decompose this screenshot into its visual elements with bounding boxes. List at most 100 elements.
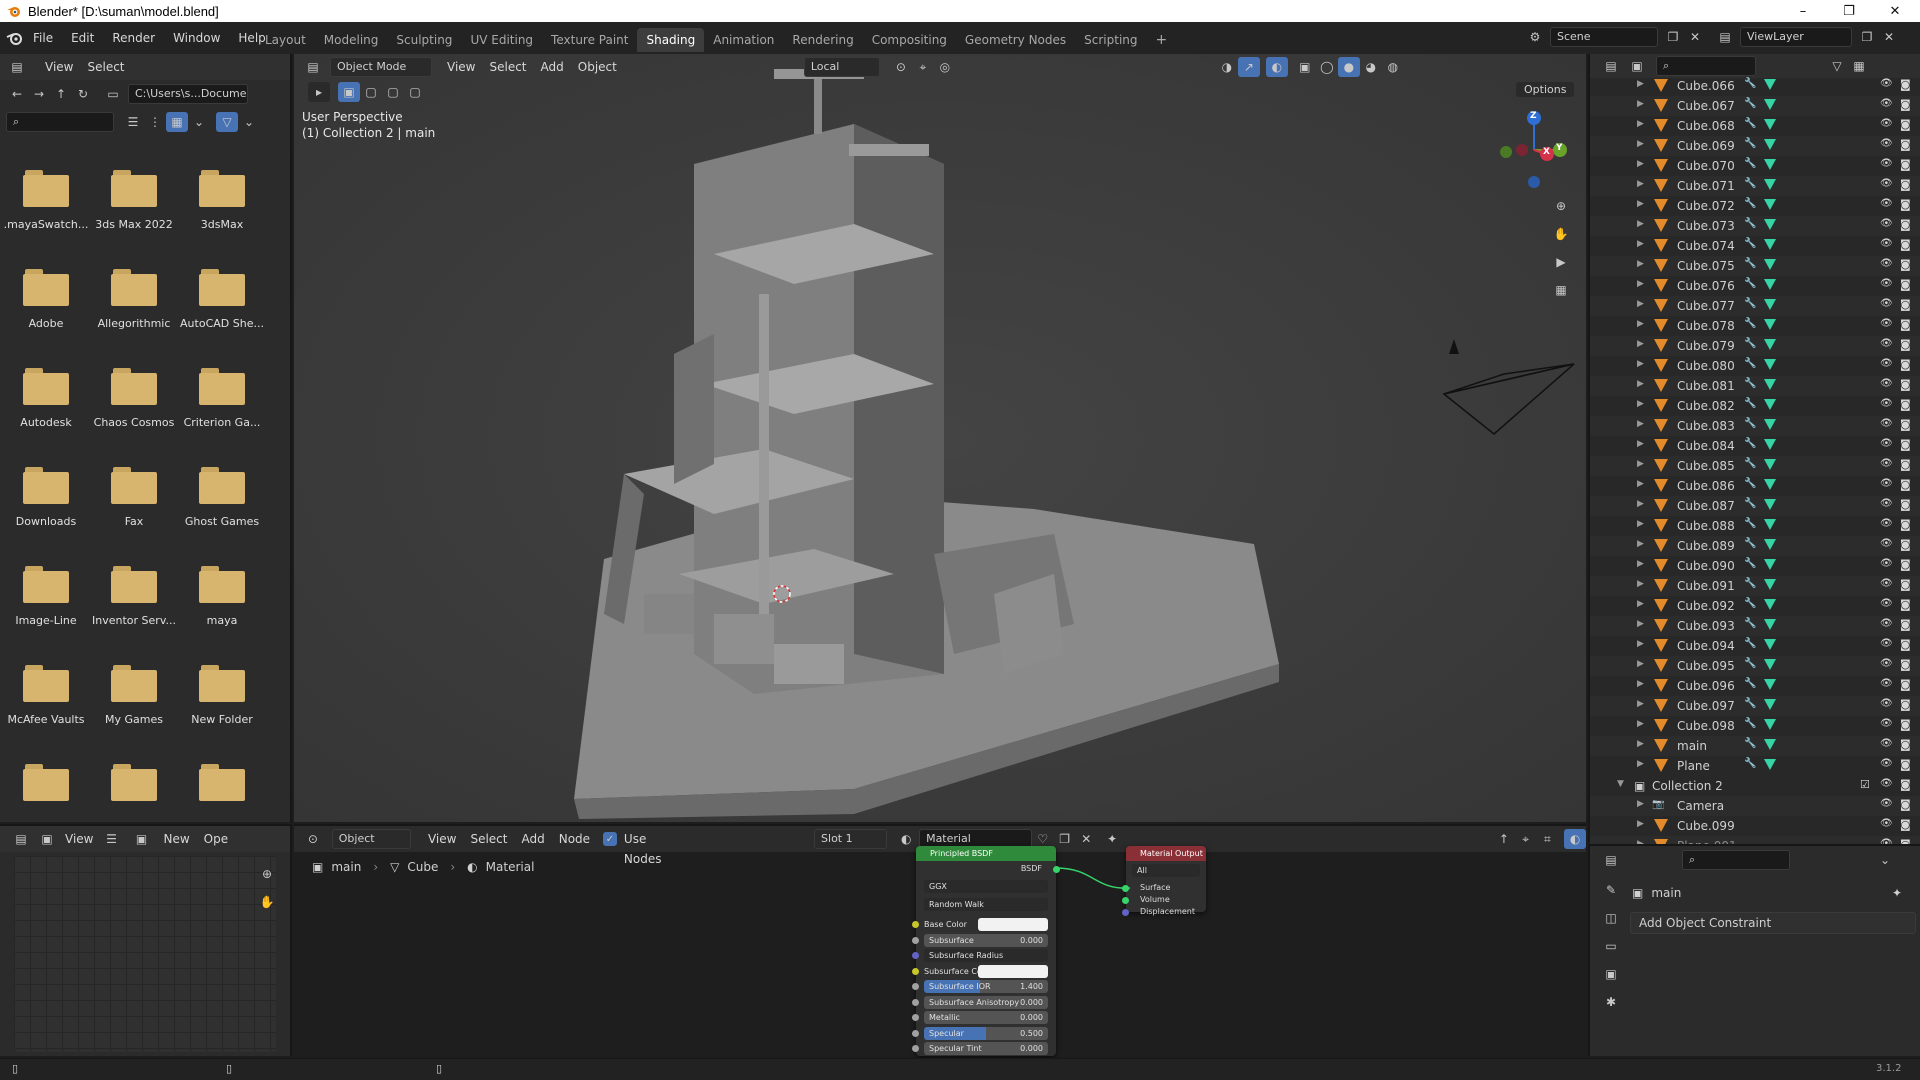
shader-menu-view[interactable]: View (421, 829, 463, 849)
outliner-row[interactable]: ▶ Cube.071 🔧 👁 ◙ (1590, 176, 1920, 196)
visibility-eye-icon[interactable]: 👁 (1880, 758, 1893, 769)
outliner-row[interactable]: ▶ Cube.086 🔧 👁 ◙ (1590, 476, 1920, 496)
expand-arrow-icon[interactable]: ▶ (1637, 159, 1644, 169)
mode-select[interactable]: Object Mode (330, 57, 432, 77)
image-grid[interactable] (14, 856, 276, 1052)
expand-arrow-icon[interactable]: ▶ (1637, 819, 1644, 829)
outliner-row[interactable]: ▶ Cube.087 🔧 👁 ◙ (1590, 496, 1920, 516)
folder-item[interactable]: 3dsMax (178, 170, 266, 231)
outliner-row[interactable]: ▶ Cube.083 🔧 👁 ◙ (1590, 416, 1920, 436)
render-camera-icon[interactable]: ◙ (1900, 638, 1911, 651)
expand-arrow-icon[interactable]: ▶ (1637, 659, 1644, 669)
render-camera-icon[interactable]: ◙ (1900, 218, 1911, 231)
new-image-button[interactable]: New (156, 829, 196, 849)
modifier-wrench-icon[interactable]: 🔧 (1744, 458, 1756, 469)
expand-arrow-icon[interactable]: ▶ (1637, 599, 1644, 609)
render-camera-icon[interactable]: ◙ (1900, 658, 1911, 671)
mesh-data-icon[interactable] (1764, 739, 1776, 750)
visibility-eye-icon[interactable]: 👁 (1880, 398, 1893, 409)
bsdf-field-subsurface[interactable]: Subsurface 0.000 (924, 933, 1048, 947)
mesh-data-icon[interactable] (1764, 479, 1776, 490)
mesh-data-icon[interactable] (1764, 219, 1776, 230)
folder-item[interactable]: Image-Line (2, 566, 90, 627)
outliner-row[interactable]: ▶ Cube.093 🔧 👁 ◙ (1590, 616, 1920, 636)
modifier-wrench-icon[interactable]: 🔧 (1744, 438, 1756, 449)
expand-arrow-icon[interactable]: ▶ (1637, 319, 1644, 329)
visibility-eye-icon[interactable]: 👁 (1880, 558, 1893, 569)
visibility-eye-icon[interactable]: 👁 (1880, 198, 1893, 209)
folder-item[interactable] (178, 764, 266, 812)
outliner-row[interactable]: ▶ Cube.068 🔧 👁 ◙ (1590, 116, 1920, 136)
bsdf-field-subsurface-ior[interactable]: Subsurface IOR 1.400 (924, 980, 1048, 993)
color-swatch[interactable] (978, 918, 1048, 931)
mesh-data-icon[interactable] (1764, 199, 1776, 210)
vp-menu-object[interactable]: Object (571, 57, 624, 77)
expand-arrow-icon[interactable]: ▶ (1637, 179, 1644, 189)
visibility-eye-icon[interactable]: 👁 (1880, 538, 1893, 549)
expand-arrow-icon[interactable]: ▶ (1637, 399, 1644, 409)
distribution-select[interactable]: GGX (924, 880, 1048, 893)
render-camera-icon[interactable]: ◙ (1900, 78, 1911, 91)
expand-arrow-icon[interactable]: ▶ (1637, 519, 1644, 529)
material-output-node[interactable]: Material Output All Surface Volume Displ… (1122, 846, 1206, 916)
expand-arrow-icon[interactable]: ▶ (1637, 339, 1644, 349)
render-camera-icon[interactable]: ◙ (1900, 478, 1911, 491)
use-nodes-checkbox[interactable]: ✓ (603, 832, 617, 846)
render-camera-icon[interactable]: ◙ (1900, 198, 1911, 211)
mesh-data-icon[interactable] (1764, 579, 1776, 590)
pin-node-tree-icon[interactable]: ✦ (1101, 829, 1123, 849)
bsdf-field-subsurface-anisotropy[interactable]: Subsurface Anisotropy 0.000 (924, 995, 1048, 1009)
modifier-wrench-icon[interactable]: 🔧 (1744, 498, 1756, 509)
outliner-row[interactable]: ▶ Cube.082 🔧 👁 ◙ (1590, 396, 1920, 416)
outliner-row[interactable]: ▶ Cube.066 🔧 👁 ◙ (1590, 76, 1920, 96)
visibility-eye-icon[interactable]: 👁 (1880, 438, 1893, 449)
vp-menu-view[interactable]: View (440, 57, 482, 77)
visibility-eye-icon[interactable]: 👁 (1880, 358, 1893, 369)
mesh-data-icon[interactable] (1764, 619, 1776, 630)
modifier-wrench-icon[interactable]: 🔧 (1744, 758, 1756, 769)
snap-type-icon[interactable]: ⌗ (1537, 829, 1559, 849)
visibility-eye-icon[interactable]: 👁 (1880, 738, 1893, 749)
outliner-row[interactable]: ▶ 📷 Camera 👁 ◙ (1590, 796, 1920, 816)
outliner-row[interactable]: ▶ Cube.085 🔧 👁 ◙ (1590, 456, 1920, 476)
thumbnails-icon[interactable]: ▦ (166, 112, 188, 132)
outliner-row[interactable]: ▶ Cube.084 🔧 👁 ◙ (1590, 436, 1920, 456)
outliner-search-input[interactable]: ⌕ (1656, 56, 1756, 76)
principled-bsdf-node[interactable]: Principled BSDF BSDF GGX Random Walk Bas… (912, 846, 1060, 1056)
modifier-wrench-icon[interactable]: 🔧 (1744, 178, 1756, 189)
modifier-wrench-icon[interactable]: 🔧 (1744, 518, 1756, 529)
expand-arrow-icon[interactable]: ▶ (1637, 619, 1644, 629)
outliner-row[interactable]: ▶ Cube.069 🔧 👁 ◙ (1590, 136, 1920, 156)
menu-render[interactable]: Render (103, 27, 164, 49)
render-camera-icon[interactable]: ◙ (1900, 518, 1911, 531)
outliner-row[interactable]: ▶ Cube.096 🔧 👁 ◙ (1590, 676, 1920, 696)
mesh-data-icon[interactable] (1764, 759, 1776, 770)
expand-arrow-icon[interactable]: ▶ (1637, 419, 1644, 429)
mesh-data-icon[interactable] (1764, 279, 1776, 290)
visibility-eye-icon[interactable]: 👁 (1880, 418, 1893, 429)
output-tab-icon[interactable]: ▭ (1600, 936, 1622, 956)
mesh-data-icon[interactable] (1764, 239, 1776, 250)
new-folder-icon[interactable]: ▭ (102, 84, 124, 104)
outliner-row[interactable]: ▶ Cube.074 🔧 👁 ◙ (1590, 236, 1920, 256)
outliner-row[interactable]: ▶ Cube.094 🔧 👁 ◙ (1590, 636, 1920, 656)
tab-shading[interactable]: Shading (637, 28, 705, 52)
expand-arrow-icon[interactable]: ▶ (1637, 459, 1644, 469)
select-tool-icon[interactable]: ▸ (308, 82, 330, 102)
breadcrumb-object[interactable]: main (331, 860, 361, 874)
mesh-data-icon[interactable] (1764, 459, 1776, 470)
visibility-eye-icon[interactable]: 👁 (1880, 258, 1893, 269)
render-camera-icon[interactable]: ◙ (1900, 158, 1911, 171)
render-camera-icon[interactable]: ◙ (1900, 298, 1911, 311)
render-camera-icon[interactable]: ◙ (1900, 738, 1911, 751)
expand-arrow-icon[interactable]: ▶ (1637, 279, 1644, 289)
mesh-data-icon[interactable] (1764, 639, 1776, 650)
visibility-eye-icon[interactable]: 👁 (1880, 818, 1893, 829)
visibility-eye-icon[interactable]: 👁 (1880, 518, 1893, 529)
outliner-row[interactable]: ▶ Cube.076 🔧 👁 ◙ (1590, 276, 1920, 296)
mesh-data-icon[interactable] (1764, 699, 1776, 710)
outliner-row[interactable]: ▶ Cube.098 🔧 👁 ◙ (1590, 716, 1920, 736)
visibility-eye-icon[interactable]: 👁 (1880, 298, 1893, 309)
view-layer-tab-icon[interactable]: ▣ (1600, 964, 1622, 984)
rendered-shading-icon[interactable]: ◍ (1382, 57, 1404, 77)
